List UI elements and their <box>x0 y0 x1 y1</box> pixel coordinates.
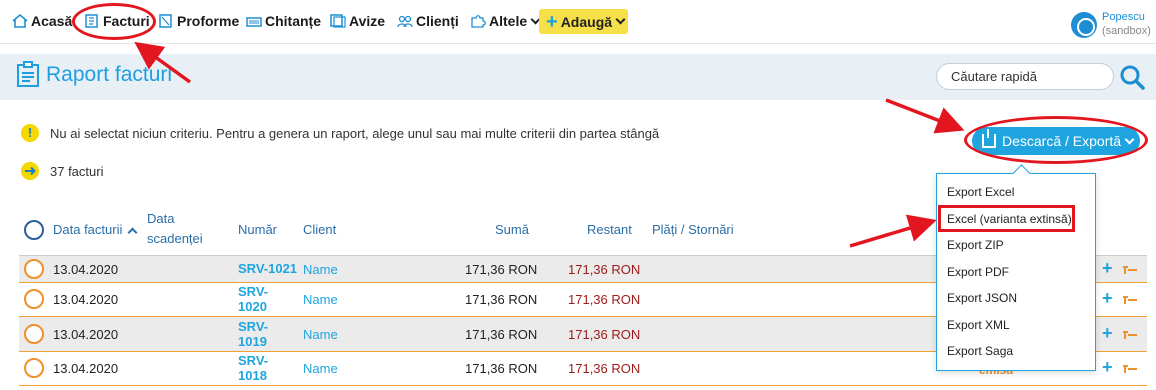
invoice-number-link-line2[interactable]: 1020 <box>238 300 267 314</box>
add-payment-icon[interactable]: + <box>1102 323 1113 344</box>
client-link[interactable]: Name <box>303 361 338 376</box>
delivery-note-icon <box>330 14 346 28</box>
column-label: Data facturii <box>53 222 123 237</box>
clipboard-report-icon <box>17 61 39 87</box>
user-account-type: (sandbox) <box>1102 25 1151 37</box>
invoice-number-link[interactable]: SRV- <box>238 354 268 368</box>
nav-item-chitante[interactable]: Chitanțe <box>246 10 321 32</box>
invoice-date: 13.04.2020 <box>53 292 119 307</box>
client-link[interactable]: Name <box>303 292 338 307</box>
invoice-number-link-line2[interactable]: 1018 <box>238 369 267 383</box>
gavel-icon[interactable] <box>1122 295 1138 305</box>
column-data-facturii[interactable]: Data facturii <box>53 222 138 238</box>
clients-icon <box>397 14 413 28</box>
row-select-radio[interactable] <box>24 358 44 378</box>
annotation-circle-export <box>964 116 1148 164</box>
invoice-sum: 171,36 RON <box>465 327 538 342</box>
menu-item-export-excel[interactable]: Export Excel <box>947 185 1014 199</box>
invoice-count: 37 facturi <box>50 164 104 179</box>
invoice-date: 13.04.2020 <box>53 327 119 342</box>
gavel-icon[interactable] <box>1122 364 1138 374</box>
no-criteria-message: Nu ai selectat niciun criteriu. Pentru a… <box>50 126 660 141</box>
nav-label: Chitanțe <box>265 13 321 29</box>
page-title: Raport facturi <box>46 63 173 86</box>
add-button-label: Adaugă <box>560 13 613 30</box>
add-payment-icon[interactable]: + <box>1102 288 1113 309</box>
invoice-due: 171,36 RON <box>568 361 641 376</box>
client-link[interactable]: Name <box>303 327 338 342</box>
column-numar[interactable]: Număr <box>238 222 277 237</box>
nav-item-altele[interactable]: Altele <box>470 10 541 32</box>
column-data-scadentei-line2: scadenței <box>147 231 203 246</box>
column-suma[interactable]: Sumă <box>495 222 529 237</box>
gavel-icon[interactable] <box>1122 265 1138 275</box>
invoice-date: 13.04.2020 <box>53 361 119 376</box>
invoice-sum: 171,36 RON <box>465 262 538 277</box>
home-icon <box>12 14 28 28</box>
menu-item-export-zip[interactable]: Export ZIP <box>947 238 1004 252</box>
menu-item-export-json[interactable]: Export JSON <box>947 291 1017 305</box>
row-select-radio[interactable] <box>24 289 44 309</box>
user-power-icon[interactable] <box>1071 12 1097 38</box>
gavel-icon[interactable] <box>1122 330 1138 340</box>
invoice-sum: 171,36 RON <box>465 292 538 307</box>
invoice-due: 171,36 RON <box>568 292 641 307</box>
top-navigation: Acasă Facturi Proforme Chitanțe Avize Cl… <box>0 0 1156 44</box>
nav-label: Avize <box>349 13 386 29</box>
invoice-due: 171,36 RON <box>568 327 641 342</box>
nav-label: Acasă <box>31 13 73 29</box>
info-exclamation-icon: ! <box>21 124 39 142</box>
puzzle-icon <box>470 14 486 28</box>
invoice-number-link[interactable]: SRV-1021 <box>238 262 297 276</box>
export-dropdown-menu: Export Excel Excel (varianta extinsă) Ex… <box>936 173 1096 371</box>
menu-item-export-pdf[interactable]: Export PDF <box>947 265 1009 279</box>
nav-label: Proforme <box>177 13 240 29</box>
select-all-radio[interactable] <box>24 220 44 240</box>
row-select-radio[interactable] <box>24 259 44 279</box>
invoice-sum: 171,36 RON <box>465 361 538 376</box>
nav-item-avize[interactable]: Avize <box>330 10 385 32</box>
search-icon[interactable] <box>1118 63 1146 91</box>
nav-item-acasa[interactable]: Acasă <box>12 10 72 32</box>
sort-ascending-icon <box>127 227 138 238</box>
invoice-number-link[interactable]: SRV- <box>238 320 268 334</box>
column-restant[interactable]: Restant <box>587 222 632 237</box>
receipt-icon <box>246 14 262 28</box>
row-select-radio[interactable] <box>24 324 44 344</box>
invoice-number-link[interactable]: SRV- <box>238 285 268 299</box>
column-client[interactable]: Client <box>303 222 336 237</box>
nav-label: Clienți <box>416 13 459 29</box>
nav-item-clienti[interactable]: Clienți <box>397 10 459 32</box>
invoice-number-link-line2[interactable]: 1019 <box>238 335 267 349</box>
column-plati-stornari: Plăți / Stornări <box>652 222 734 237</box>
column-data-scadentei[interactable]: Data <box>147 211 174 226</box>
invoice-due: 171,36 RON <box>568 262 641 277</box>
chevron-down-icon <box>615 14 626 25</box>
menu-item-export-saga[interactable]: Export Saga <box>947 344 1013 358</box>
invoice-date: 13.04.2020 <box>53 262 119 277</box>
add-payment-icon[interactable]: + <box>1102 357 1113 378</box>
nav-label: Altele <box>489 13 528 29</box>
quick-search-input[interactable] <box>936 63 1114 90</box>
user-name[interactable]: Popescu <box>1102 11 1145 24</box>
client-link[interactable]: Name <box>303 262 338 277</box>
menu-item-export-xml[interactable]: Export XML <box>947 318 1010 332</box>
plus-icon: + <box>546 10 558 33</box>
add-button[interactable]: + Adaugă <box>539 9 628 34</box>
annotation-box-excel-extended <box>938 205 1075 232</box>
proforma-icon <box>158 14 174 28</box>
add-payment-icon[interactable]: + <box>1102 258 1113 279</box>
arrow-right-icon <box>21 162 39 180</box>
annotation-circle-facturi <box>72 3 156 40</box>
nav-item-proforme[interactable]: Proforme <box>158 10 239 32</box>
